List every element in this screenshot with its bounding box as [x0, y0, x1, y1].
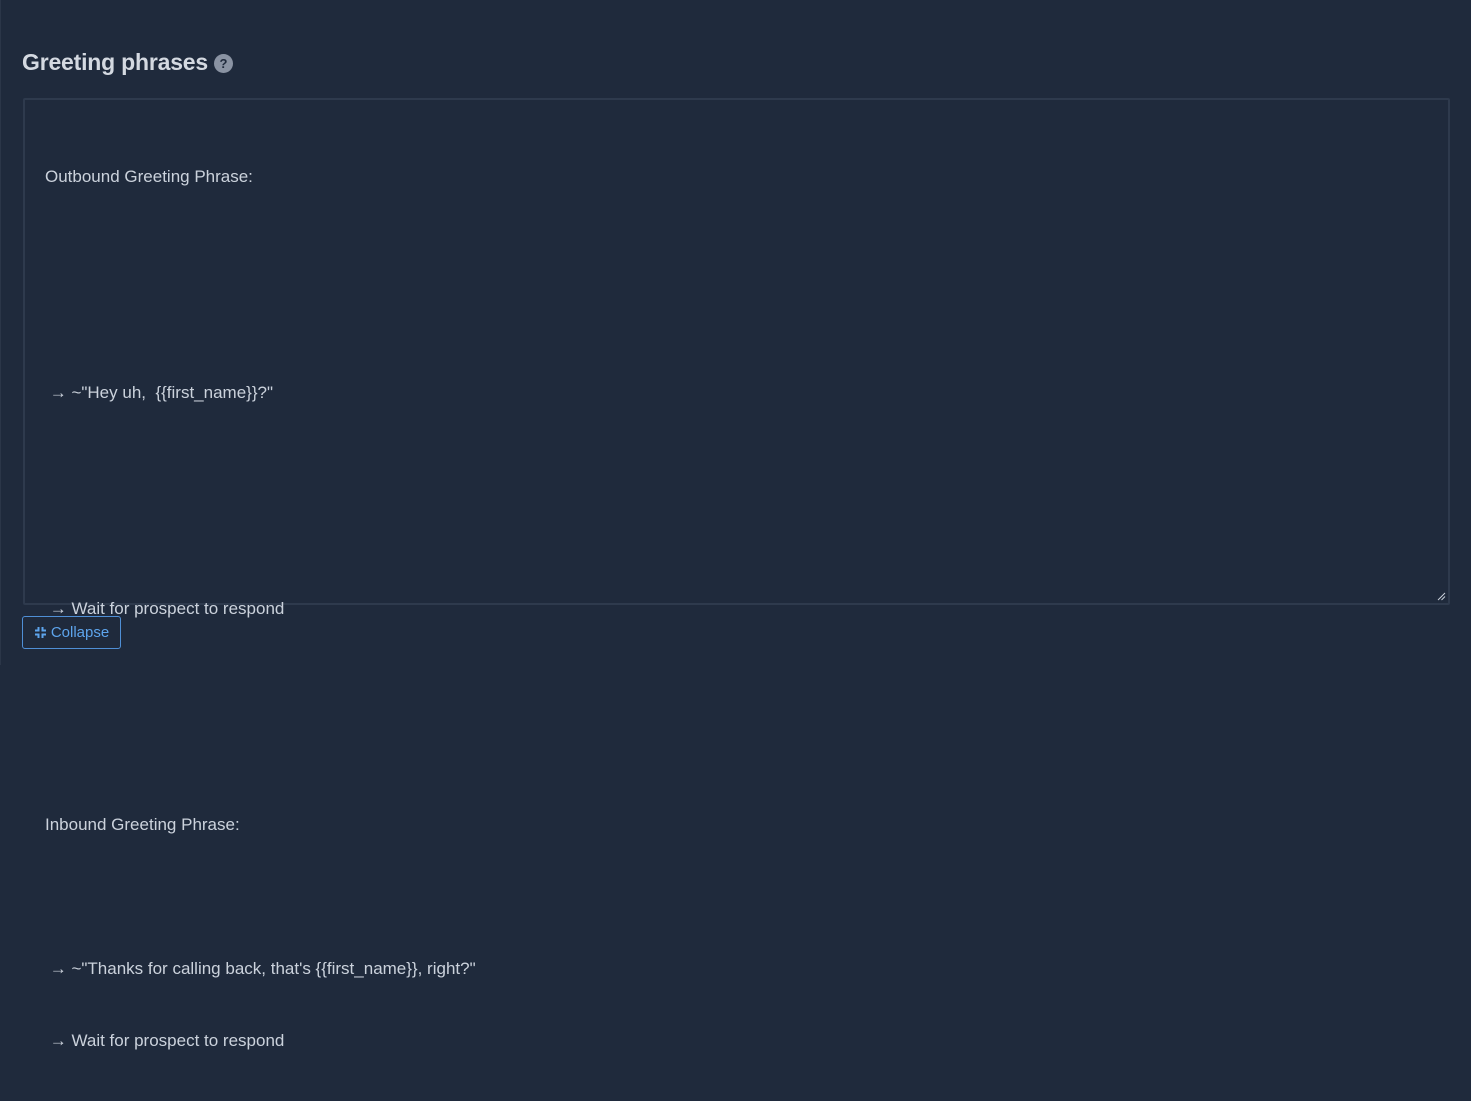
text-line — [45, 309, 1428, 333]
greeting-phrases-textarea[interactable]: Outbound Greeting Phrase: → ~"Hey uh, {{… — [23, 98, 1450, 1050]
text-line: Inbound Greeting Phrase: — [45, 815, 240, 834]
text-line: → ~"Hey uh, {{first_name}}?" — [45, 383, 274, 402]
section-title: Greeting phrases — [22, 49, 208, 75]
section-header: Greeting phrases ? — [22, 49, 233, 76]
text-line — [45, 885, 1428, 909]
panel-left-border — [0, 0, 1, 665]
text-line: → Wait for prospect to respond — [45, 1031, 285, 1050]
collapse-arrows-icon — [34, 627, 46, 638]
collapse-button-label: Collapse — [50, 624, 110, 641]
text-line: → Wait for prospect to respond — [45, 599, 285, 618]
collapse-button[interactable]: Collapse — [22, 616, 121, 649]
text-line — [45, 741, 1428, 765]
text-line — [45, 669, 1428, 693]
help-icon[interactable]: ? — [213, 53, 233, 73]
text-line: Outbound Greeting Phrase: — [45, 167, 253, 186]
textarea-content[interactable]: Outbound Greeting Phrase: → ~"Hey uh, {{… — [45, 117, 1428, 1101]
resize-handle-icon[interactable] — [1437, 592, 1446, 601]
text-line — [45, 237, 1428, 261]
text-line — [45, 453, 1428, 477]
text-line: → ~"Thanks for calling back, that's {{fi… — [45, 959, 476, 978]
text-line — [45, 525, 1428, 549]
